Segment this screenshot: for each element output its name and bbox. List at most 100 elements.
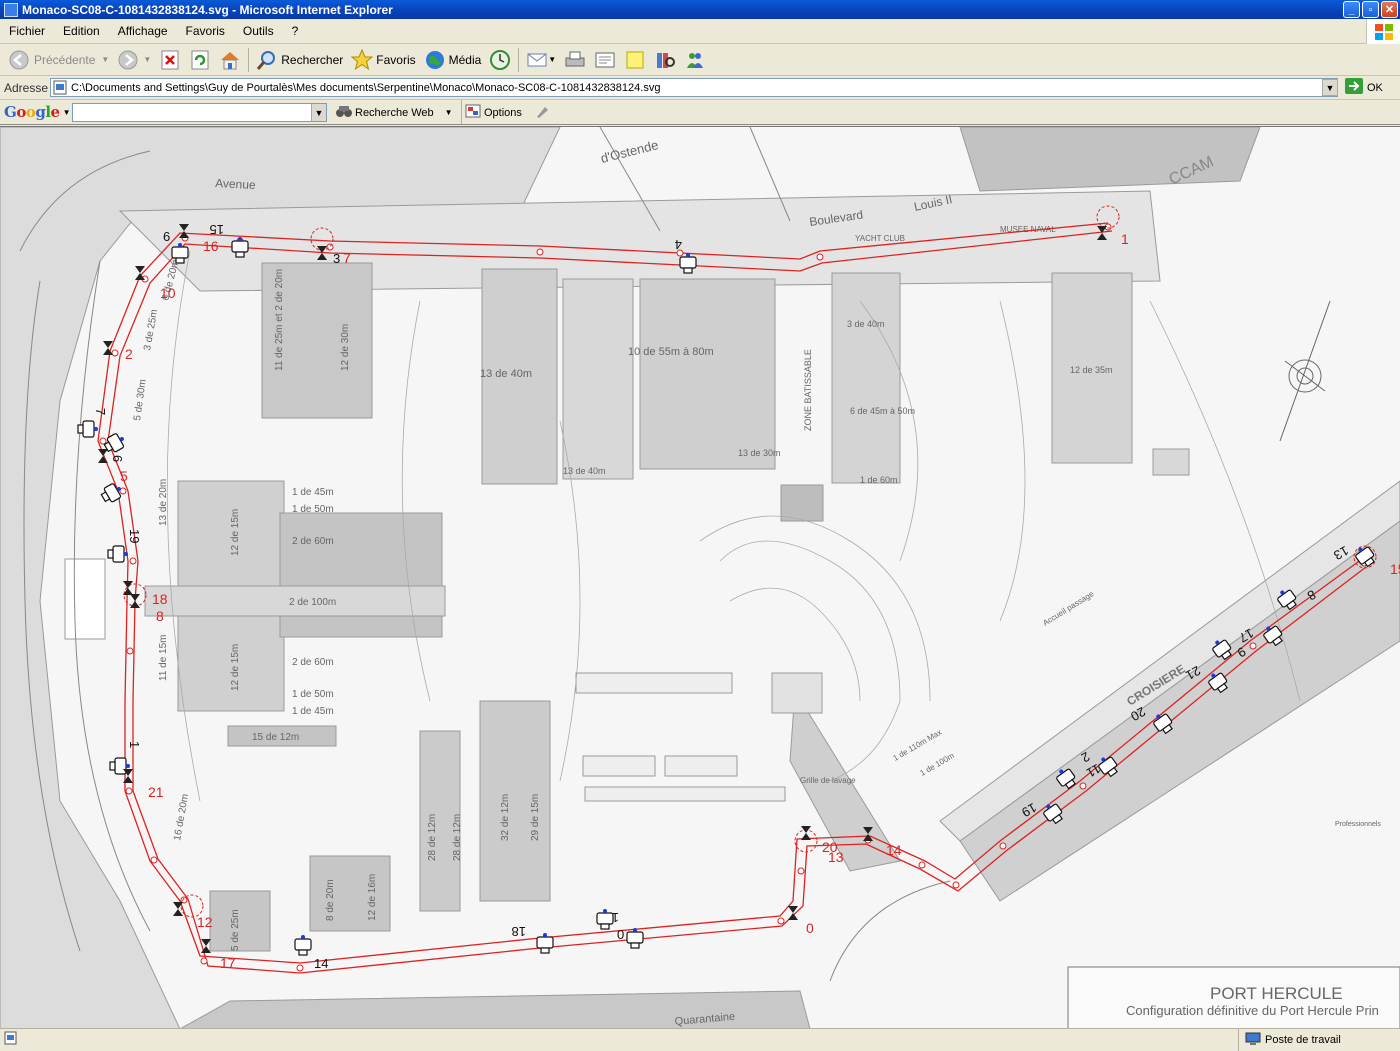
track-point [150,856,158,864]
track-label: 15 [1390,561,1400,577]
boat-vehicle-icon [536,933,554,954]
berth-label: 2 de 60m [292,657,334,668]
google-web-search-label: Recherche Web [355,106,434,119]
track-label: 17 [220,955,236,971]
berth-label: 5 de 30m [132,379,149,422]
edit-button[interactable] [590,46,620,74]
zone-label: Poste de travail [1265,1034,1341,1046]
google-logo[interactable]: Google [4,103,60,121]
svg-document-viewport[interactable]: Avenue d'Ostende Boulevard Louis II CCAM… [0,126,1400,1028]
berth-label: 12 de 16m [367,874,378,921]
berth-label: 28 de 12m [452,814,463,861]
discuss-button[interactable] [620,46,650,74]
google-web-search-button[interactable]: Recherche Web ▼ [336,104,453,121]
berth-label: 16 de 20m [172,793,191,841]
port-hercule-map: Avenue d'Ostende Boulevard Louis II CCAM… [0,127,1400,1028]
track-label: 14 [886,842,902,858]
track-point [111,349,119,357]
mail-button[interactable]: ▼ [522,46,560,74]
track-label: 1 [1121,231,1129,247]
forward-button[interactable]: ▼ [113,46,155,74]
track-label: 14 [314,956,328,971]
maximize-button[interactable]: ▫ [1362,1,1379,18]
berth-label: ZONE BATISSABLE [803,349,813,431]
back-button[interactable]: Précédente ▼ [4,46,113,74]
track-label: 0 [617,927,624,942]
address-dropdown-icon[interactable]: ▼ [1322,79,1338,96]
berth-label: 1 de 45m [292,487,334,498]
search-label: Rechercher [281,52,344,67]
menu-edition[interactable]: Edition [54,24,109,38]
berth-label: 6 de 45m à 50m [850,406,915,416]
map-title: PORT HERCULE [1210,984,1343,1003]
mail-dropdown-icon[interactable]: ▼ [548,55,556,64]
yacht-club-label: YACHT CLUB [855,234,905,243]
address-input[interactable]: C:\Documents and Settings\Guy de Pourtal… [50,78,1338,97]
research-button[interactable] [650,46,680,74]
edit-document-icon [594,49,616,71]
menu-outils[interactable]: Outils [234,24,283,38]
berth-label: 1 de 45m [292,706,334,717]
google-options-label: Options [484,106,522,119]
menu-affichage[interactable]: Affichage [109,24,177,38]
google-menu-dropdown-icon[interactable]: ▼ [63,108,71,117]
track-point [125,787,133,795]
search-button[interactable]: Rechercher [252,46,347,74]
back-dropdown-icon[interactable]: ▼ [101,55,109,64]
menu-favoris[interactable]: Favoris [177,24,234,38]
web-search-dropdown-icon[interactable]: ▼ [445,108,453,117]
track-point [200,957,208,965]
berth-label: 10 de 55m à 80m [628,346,714,358]
track-label: 0 [806,920,814,936]
history-button[interactable] [485,46,515,74]
track-label: 1 [127,741,142,748]
track-label: 18 [512,924,526,939]
menu-bar: Fichier Edition Affichage Favoris Outils… [0,19,1400,44]
close-button[interactable]: ✕ [1381,1,1398,18]
research-books-icon [654,49,676,71]
svg-file-icon [53,80,68,96]
options-icon [465,104,481,121]
track-point [952,881,960,889]
accueil-passage-label: Accueil passage [1041,589,1096,628]
track-label: 5 [120,468,128,484]
menu-fichier[interactable]: Fichier [0,24,54,38]
minimize-button[interactable]: _ [1343,1,1360,18]
berth-label: 1 de 60m [860,475,898,485]
go-button[interactable]: OK [1345,78,1383,97]
menu-help[interactable]: ? [283,24,308,38]
toolbar-separator [248,47,250,72]
favorites-label: Favoris [376,52,416,67]
boat-vehicle-icon [626,928,644,949]
berth-label: 29 de 15m [530,794,541,841]
berth-label: 12 de 15m [230,509,241,556]
boat-vehicle-icon [77,420,98,438]
back-arrow-icon [8,49,30,71]
refresh-button[interactable] [185,46,215,74]
google-options-button[interactable]: Options [465,104,522,121]
stop-button[interactable] [155,46,185,74]
forward-dropdown-icon[interactable]: ▼ [143,55,151,64]
messenger-button[interactable] [680,46,710,74]
highlight-pen-icon[interactable] [535,105,549,122]
track-point [797,867,805,875]
media-button[interactable]: Média [420,46,486,74]
track-label: 2 [125,346,133,362]
star-icon [351,48,374,71]
home-button[interactable] [215,46,245,74]
sticky-note-icon [624,49,646,71]
address-label: Adresse [4,80,49,95]
print-button[interactable] [560,46,590,74]
toolbar-separator [461,100,462,124]
track-point [326,243,334,251]
boat-vehicle-icon [107,545,128,563]
standard-toolbar: Précédente ▼ ▼ Rechercher Favoris Média … [0,44,1400,76]
berth-label: 12 de 15m [230,644,241,691]
berth-label: 11 de 25m et 2 de 20m [274,269,285,371]
berth-label: 13 de 20m [158,479,169,526]
berth-label: 5 de 25m [230,909,241,951]
google-search-input[interactable] [72,103,327,122]
google-search-dropdown-icon[interactable]: ▼ [311,104,326,121]
track-label: 3 [333,251,340,266]
favorites-button[interactable]: Favoris [347,46,419,74]
